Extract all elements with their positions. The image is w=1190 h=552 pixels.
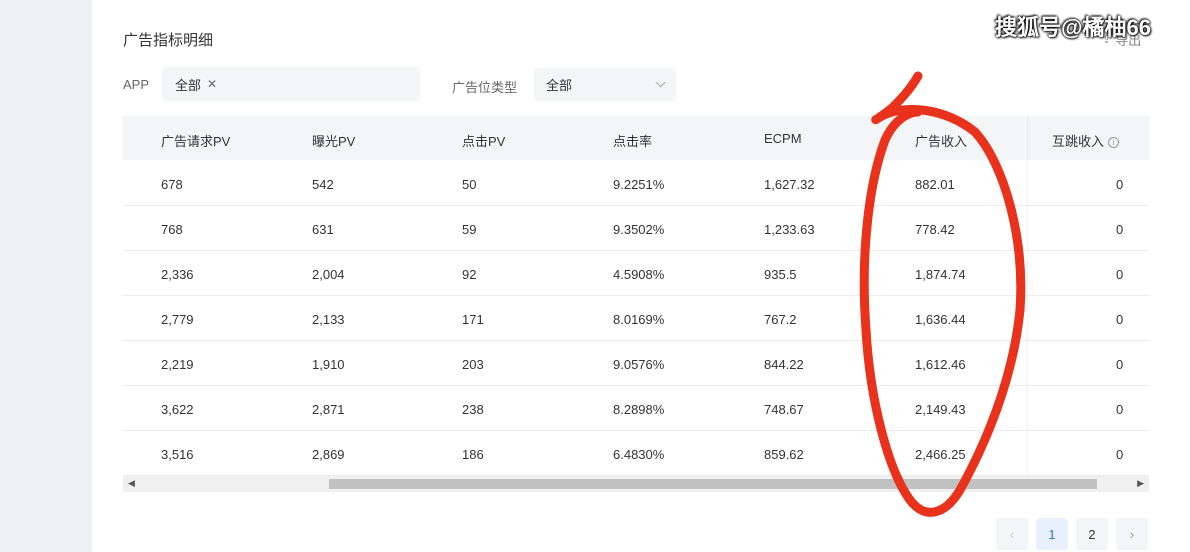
cell-ctr: 9.3502% [613, 222, 665, 237]
cell-ad-revenue: 1,612.46 [915, 357, 966, 372]
cell-cross-revenue: 0 [1116, 447, 1124, 462]
cell-click-pv: 171 [462, 312, 484, 327]
cell-ecpm: 1,627.32 [764, 177, 815, 192]
app-filter-label: APP [123, 77, 150, 92]
cell-click-pv: 186 [462, 447, 484, 462]
cell-exposure-pv: 2,004 [312, 267, 345, 282]
page-title: 广告指标明细 [123, 32, 214, 49]
cell-ctr: 8.0169% [613, 312, 665, 327]
table-row: 678 542 50 9.2251% 1,627.32 882.01 0 [123, 161, 1149, 206]
cell-cross-revenue: 0 [1116, 402, 1124, 417]
cell-ad-revenue: 778.42 [915, 222, 955, 237]
cell-request-pv: 3,622 [161, 402, 194, 417]
table-row: 768 631 59 9.3502% 1,233.63 778.42 0 [123, 206, 1149, 251]
cell-click-pv: 238 [462, 402, 484, 417]
header-cross-revenue-label: 互跳收入 [1052, 134, 1105, 149]
header-ecpm[interactable]: ECPM [764, 131, 802, 146]
cell-ecpm: 748.67 [764, 402, 804, 417]
horizontal-scrollbar[interactable]: ◀ ▶ [123, 476, 1149, 492]
table-row: 2,779 2,133 171 8.0169% 767.2 1,636.44 0 [123, 296, 1149, 341]
cell-ad-revenue: 1,636.44 [915, 312, 966, 327]
cell-request-pv: 2,779 [161, 312, 194, 327]
cell-request-pv: 3,516 [161, 447, 194, 462]
app-tag: 全部 [175, 77, 202, 93]
cell-request-pv: 2,336 [161, 267, 194, 282]
table-row: 2,219 1,910 203 9.0576% 844.22 1,612.46 … [123, 341, 1149, 386]
cell-click-pv: 50 [462, 177, 477, 192]
scroll-right-icon[interactable]: ▶ [1137, 478, 1144, 489]
slot-type-label: 广告位类型 [452, 80, 518, 95]
scroll-left-icon[interactable]: ◀ [128, 478, 135, 489]
chevron-down-icon [655, 77, 666, 88]
watermark: 搜狐号@橘柚66 [995, 15, 1151, 40]
cell-ad-revenue: 2,149.43 [915, 402, 966, 417]
cell-cross-revenue: 0 [1116, 177, 1124, 192]
cell-ecpm: 859.62 [764, 447, 804, 462]
cell-exposure-pv: 1,910 [312, 357, 345, 372]
metrics-table: 广告请求PV 曝光PV 点击PV 点击率 ECPM 广告收入 互跳收入 i 678… [123, 116, 1149, 476]
prev-page-button[interactable]: ‹ [996, 518, 1028, 550]
cell-ctr: 9.2251% [613, 177, 665, 192]
cell-ctr: 4.5908% [613, 267, 665, 282]
cell-exposure-pv: 631 [312, 222, 334, 237]
cell-click-pv: 203 [462, 357, 484, 372]
cell-exposure-pv: 2,133 [312, 312, 345, 327]
page-2-button[interactable]: 2 [1076, 518, 1108, 550]
header-click-pv[interactable]: 点击PV [462, 131, 505, 150]
scrollbar-thumb[interactable] [329, 479, 1097, 489]
cell-click-pv: 92 [462, 267, 477, 282]
header-cross-revenue[interactable]: 互跳收入 i [1052, 131, 1120, 150]
table-row: 3,622 2,871 238 8.2898% 748.67 2,149.43 … [123, 386, 1149, 431]
header-ad-revenue[interactable]: 广告收入 [915, 131, 967, 150]
table-header: 广告请求PV 曝光PV 点击PV 点击率 ECPM 广告收入 互跳收入 i [123, 116, 1149, 160]
cell-ecpm: 844.22 [764, 357, 804, 372]
next-page-button[interactable]: › [1116, 518, 1148, 550]
cell-ctr: 8.2898% [613, 402, 665, 417]
cell-cross-revenue: 0 [1116, 312, 1124, 327]
app-filter-select[interactable]: 全部 ✕ [162, 67, 420, 101]
cell-request-pv: 678 [161, 177, 183, 192]
header-exposure-pv[interactable]: 曝光PV [312, 131, 355, 150]
cell-ad-revenue: 2,466.25 [915, 447, 966, 462]
page-1-button[interactable]: 1 [1036, 518, 1068, 550]
cell-click-pv: 59 [462, 222, 477, 237]
cell-ad-revenue: 882.01 [915, 177, 955, 192]
cell-cross-revenue: 0 [1116, 357, 1124, 372]
header-request-pv[interactable]: 广告请求PV [161, 131, 230, 150]
cell-ecpm: 767.2 [764, 312, 797, 327]
table-row: 2,336 2,004 92 4.5908% 935.5 1,874.74 0 [123, 251, 1149, 296]
cell-ad-revenue: 1,874.74 [915, 267, 966, 282]
cell-request-pv: 2,219 [161, 357, 194, 372]
fixed-column-shadow [1027, 116, 1029, 476]
cell-ecpm: 1,233.63 [764, 222, 815, 237]
close-icon[interactable]: ✕ [207, 77, 217, 91]
cell-cross-revenue: 0 [1116, 267, 1124, 282]
info-icon[interactable]: i [1108, 137, 1120, 149]
header-ctr[interactable]: 点击率 [613, 131, 652, 150]
slot-type-value: 全部 [546, 78, 573, 93]
cell-exposure-pv: 542 [312, 177, 334, 192]
slot-type-select[interactable]: 全部 [534, 68, 676, 101]
cell-request-pv: 768 [161, 222, 183, 237]
cell-ctr: 6.4830% [613, 447, 665, 462]
cell-exposure-pv: 2,871 [312, 402, 345, 417]
cell-exposure-pv: 2,869 [312, 447, 345, 462]
cell-ctr: 9.0576% [613, 357, 665, 372]
cell-cross-revenue: 0 [1116, 222, 1124, 237]
cell-ecpm: 935.5 [764, 267, 797, 282]
table-row: 3,516 2,869 186 6.4830% 859.62 2,466.25 … [123, 431, 1149, 476]
